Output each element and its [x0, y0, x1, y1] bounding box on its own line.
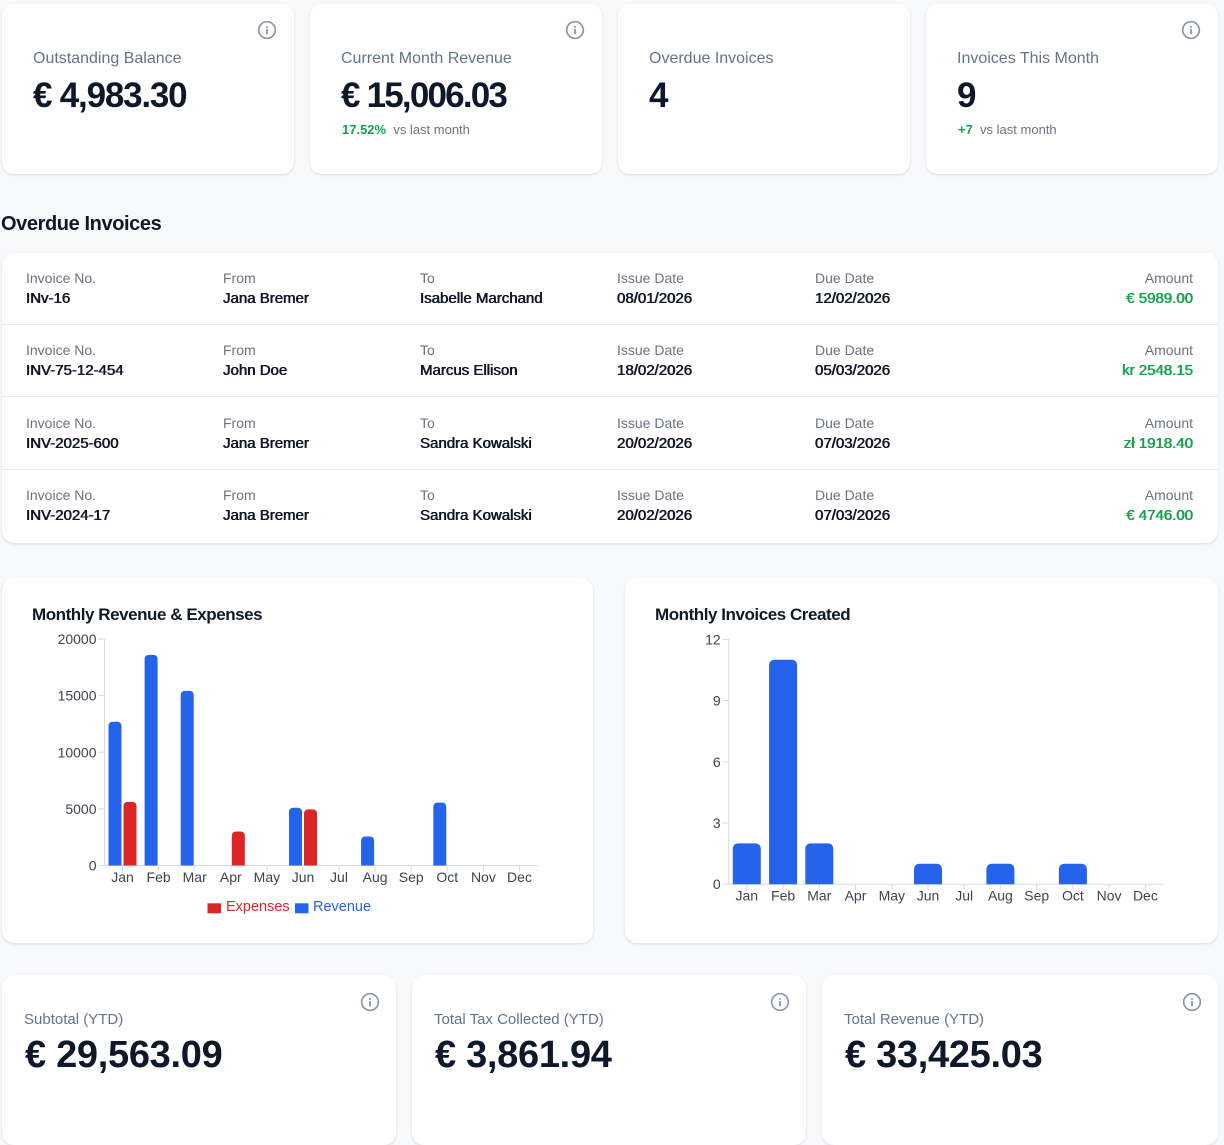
- svg-text:Dec: Dec: [507, 869, 532, 885]
- svg-text:Oct: Oct: [436, 869, 458, 885]
- svg-text:Sep: Sep: [399, 869, 424, 885]
- svg-text:May: May: [254, 869, 280, 885]
- svg-text:Oct: Oct: [1062, 888, 1084, 904]
- svg-text:Jun: Jun: [292, 869, 315, 885]
- svg-text:Nov: Nov: [1097, 888, 1122, 904]
- svg-text:3: 3: [713, 815, 721, 831]
- svg-text:0: 0: [89, 858, 97, 874]
- svg-text:Aug: Aug: [363, 869, 388, 885]
- svg-text:15000: 15000: [58, 688, 97, 704]
- svg-text:6: 6: [713, 754, 721, 770]
- svg-text:Revenue: Revenue: [313, 899, 371, 915]
- svg-text:10000: 10000: [58, 744, 97, 760]
- svg-text:Mar: Mar: [183, 869, 207, 885]
- svg-text:Expenses: Expenses: [226, 899, 290, 915]
- svg-text:5000: 5000: [65, 801, 96, 817]
- svg-text:Jul: Jul: [955, 888, 973, 904]
- svg-text:Sep: Sep: [1024, 888, 1049, 904]
- svg-text:0: 0: [713, 876, 721, 892]
- svg-text:Feb: Feb: [147, 869, 171, 885]
- svg-text:Jan: Jan: [736, 888, 759, 904]
- svg-text:Apr: Apr: [220, 869, 242, 885]
- svg-text:Nov: Nov: [471, 869, 496, 885]
- svg-text:Mar: Mar: [807, 888, 831, 904]
- svg-text:12: 12: [705, 631, 721, 647]
- svg-text:20000: 20000: [58, 631, 97, 647]
- svg-text:May: May: [879, 888, 905, 904]
- svg-text:9: 9: [713, 693, 721, 709]
- svg-text:Jun: Jun: [917, 888, 940, 904]
- svg-text:Feb: Feb: [771, 888, 795, 904]
- svg-text:Jan: Jan: [111, 869, 134, 885]
- svg-text:Apr: Apr: [845, 888, 867, 904]
- svg-text:Dec: Dec: [1133, 888, 1158, 904]
- svg-text:Jul: Jul: [330, 869, 348, 885]
- svg-text:Aug: Aug: [988, 888, 1013, 904]
